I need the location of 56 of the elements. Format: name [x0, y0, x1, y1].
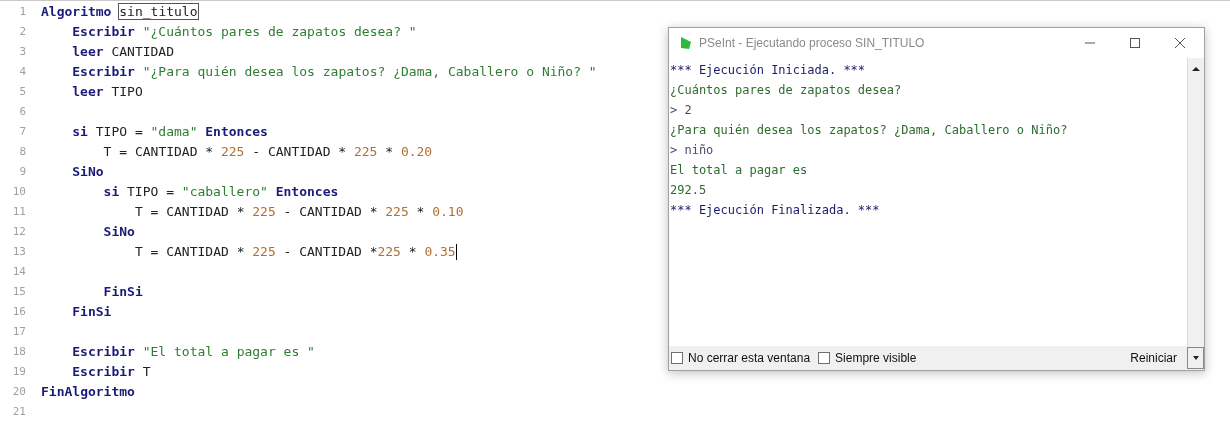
- code-line: T = CANTIDAD * 225 - CANTIDAD * 225 * 0.20: [103, 143, 433, 162]
- line-number: 1: [18, 3, 26, 20]
- line-number: 14: [11, 263, 26, 280]
- line-number: 21: [11, 403, 26, 420]
- console-line: > 2: [669, 102, 693, 119]
- maximize-icon[interactable]: [1129, 37, 1141, 49]
- close-icon[interactable]: [1174, 37, 1186, 49]
- console-line: *** Ejecución Finalizada. ***: [669, 202, 881, 219]
- line-number: 11: [11, 203, 26, 220]
- checkbox-label: Siempre visible: [835, 350, 917, 367]
- line-number: 13: [11, 243, 26, 260]
- line-number: 17: [11, 323, 26, 340]
- line-number: 20: [11, 383, 26, 400]
- checkbox[interactable]: [671, 352, 683, 364]
- line-number: 18: [11, 343, 26, 360]
- line-number: 10: [11, 183, 26, 200]
- app-icon: [679, 36, 693, 50]
- code-line: T = CANTIDAD * 225 - CANTIDAD *225 * 0.35: [134, 243, 456, 262]
- code-line: FinAlgoritmo: [41, 383, 135, 402]
- code-line: T = CANTIDAD * 225 - CANTIDAD * 225 * 0.10: [134, 203, 464, 222]
- code-line: SiNo: [72, 163, 104, 182]
- line-number: 15: [11, 283, 26, 300]
- code-line: Escribir "¿Cuántos pares de zapatos desea? ": [72, 23, 417, 42]
- console-line: 292.5: [669, 182, 708, 199]
- code-line: Escribir T: [72, 363, 151, 382]
- line-number: 4: [18, 63, 26, 80]
- line-number: 19: [11, 363, 26, 380]
- code-line: leer TIPO: [72, 83, 143, 102]
- checkbox-label: No cerrar esta ventana: [688, 350, 811, 367]
- code-line: si TIPO = "dama" Entonces: [72, 123, 268, 142]
- code-line: FinSi: [72, 303, 112, 322]
- console-line: > niño: [669, 142, 715, 159]
- console-line: ¿Para quién desea los zapatos? ¿Dama, Caballero o Niño?: [669, 122, 1069, 139]
- scrollbar[interactable]: [1187, 58, 1204, 346]
- console-line: El total a pagar es: [669, 162, 809, 179]
- code-line: Escribir "El total a pagar es ": [72, 343, 315, 362]
- line-number: 3: [18, 43, 26, 60]
- console-line: *** Ejecución Iniciada. ***: [669, 62, 867, 79]
- checkbox[interactable]: [818, 352, 831, 364]
- line-number: 2: [18, 23, 26, 40]
- line-number: 8: [18, 143, 26, 160]
- line-number: 7: [18, 123, 26, 140]
- console-line: ¿Cuántos pares de zapatos desea?: [669, 82, 903, 99]
- line-number: 5: [18, 83, 26, 100]
- code-line: leer CANTIDAD: [72, 43, 175, 62]
- code-line: Algoritmo sin_titulo: [41, 3, 198, 22]
- scroll-down-button[interactable]: [1187, 347, 1204, 369]
- line-number: 6: [18, 103, 26, 120]
- code-line: FinSi: [103, 283, 143, 302]
- code-line: si TIPO = "caballero" Entonces: [103, 183, 339, 202]
- line-number: 16: [11, 303, 26, 320]
- line-number: 12: [11, 223, 26, 240]
- window-title: PSeInt - Ejecutando proceso SIN_TITULO: [699, 35, 926, 52]
- line-number: 9: [18, 163, 26, 180]
- code-line: Escribir "¿Para quién desea los zapatos? ¿Dama, Caballero o Niño? ": [72, 63, 597, 82]
- code-line: SiNo: [103, 223, 135, 242]
